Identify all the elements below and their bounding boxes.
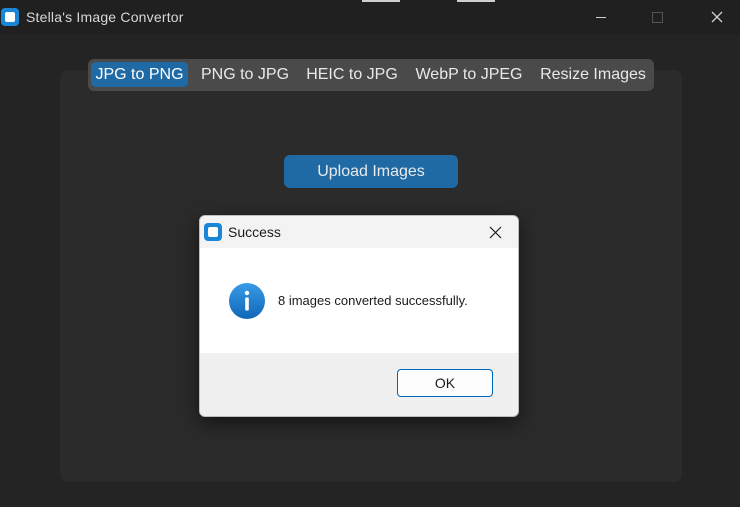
top-edge-mark xyxy=(457,0,495,2)
tab-jpg-to-png[interactable]: JPG to PNG xyxy=(91,62,188,87)
info-icon xyxy=(229,283,265,319)
tab-png-to-jpg[interactable]: PNG to JPG xyxy=(197,62,293,87)
tab-bar: JPG to PNG PNG to JPG HEIC to JPG WebP t… xyxy=(88,59,654,91)
dialog-footer: OK xyxy=(200,353,518,416)
close-button[interactable] xyxy=(694,0,740,34)
close-icon xyxy=(489,226,501,238)
app-window: Stella's Image Convertor JPG to PNG PNG … xyxy=(0,0,740,507)
dialog-title: Success xyxy=(228,224,281,240)
maximize-icon xyxy=(651,11,663,23)
dialog-app-icon xyxy=(204,223,222,241)
dialog-body: 8 images converted successfully. xyxy=(200,248,518,353)
upload-images-button[interactable]: Upload Images xyxy=(284,155,458,188)
tab-heic-to-jpg[interactable]: HEIC to JPG xyxy=(302,62,402,87)
title-bar: Stella's Image Convertor xyxy=(0,0,740,34)
close-icon xyxy=(711,11,723,23)
tab-resize-images[interactable]: Resize Images xyxy=(536,62,650,87)
ok-button[interactable]: OK xyxy=(397,369,493,397)
minimize-icon xyxy=(596,16,606,18)
maximize-button[interactable] xyxy=(634,0,680,34)
dialog-title-bar: Success xyxy=(200,216,518,248)
dialog-message: 8 images converted successfully. xyxy=(278,293,468,308)
success-dialog: Success 8 images converted successfully.… xyxy=(199,215,519,417)
app-icon xyxy=(1,8,19,26)
window-title: Stella's Image Convertor xyxy=(26,9,184,25)
minimize-button[interactable] xyxy=(578,0,624,34)
top-edge-mark xyxy=(362,0,400,2)
dialog-close-button[interactable] xyxy=(482,220,508,244)
tab-webp-to-jpeg[interactable]: WebP to JPEG xyxy=(411,62,527,87)
